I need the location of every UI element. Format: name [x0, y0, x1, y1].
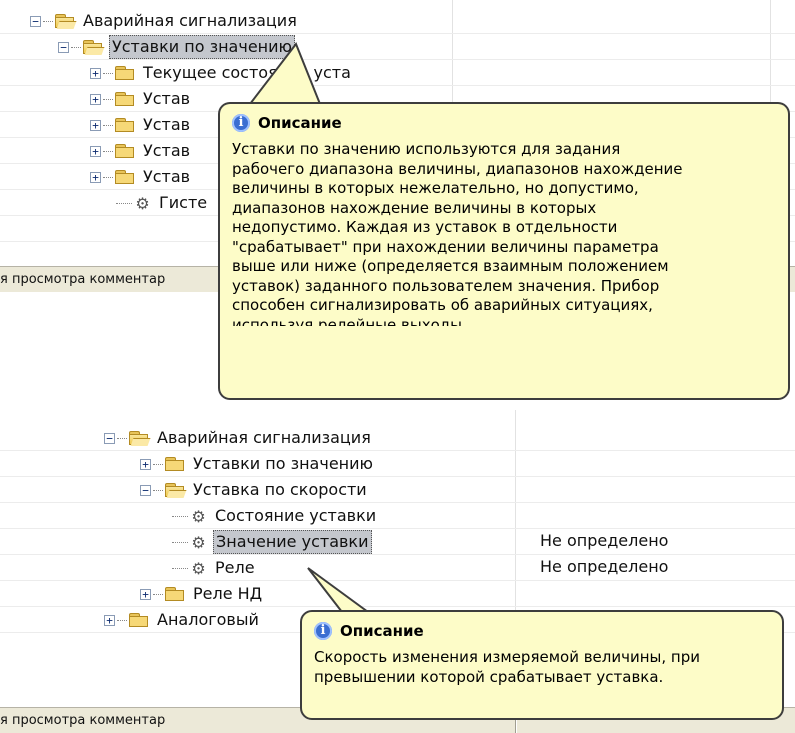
- tooltip-title: Описание: [340, 622, 424, 640]
- tooltip-text: Скорость изменения измеряемой величины, …: [314, 648, 700, 686]
- tooltip-text: Уставки по значению используются для зад…: [232, 140, 683, 330]
- info-icon: i: [314, 622, 332, 640]
- bottom-tree-panel: − Аварийная сигнализация + Уставки по зн…: [0, 410, 795, 733]
- top-tree-panel: − Аварийная сигнализация − Уставки по зн…: [0, 0, 795, 330]
- info-icon: i: [232, 114, 250, 132]
- description-tooltip: i Описание Скорость изменения измеряемой…: [300, 610, 784, 720]
- tooltip-title: Описание: [258, 114, 342, 132]
- description-tooltip: i Описание Уставки по значению использую…: [218, 102, 790, 330]
- description-tooltip-bottom: [218, 326, 790, 400]
